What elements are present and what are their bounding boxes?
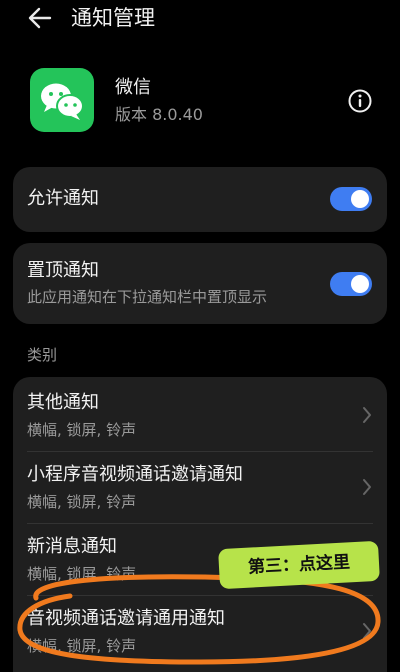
- toggle-knob: [351, 190, 369, 208]
- app-version: 版本 8.0.40: [115, 105, 203, 124]
- category-subtitle: 横幅, 锁屏, 铃声: [27, 421, 137, 439]
- wechat-icon: [30, 68, 94, 132]
- category-title: 小程序音视频通话邀请通知: [27, 464, 243, 485]
- pin-notifications-description: 此应用通知在下拉通知栏中置顶显示: [27, 288, 268, 306]
- header: 通知管理: [0, 0, 400, 36]
- categories-section-label: 类别: [27, 346, 58, 364]
- category-subtitle: 横幅, 锁屏, 铃声: [27, 493, 137, 511]
- categories-list: 其他通知 横幅, 锁屏, 铃声 小程序音视频通话邀请通知 横幅, 锁屏, 铃声 …: [13, 377, 387, 672]
- category-title: 音视频通话邀请通用通知: [27, 608, 225, 629]
- chevron-right-icon: [363, 623, 371, 639]
- app-info: 微信 版本 8.0.40: [0, 66, 400, 136]
- info-icon[interactable]: [347, 88, 373, 114]
- category-title: 新消息通知: [27, 536, 117, 557]
- allow-notifications-toggle[interactable]: [330, 187, 372, 211]
- category-subtitle: 横幅, 锁屏, 铃声: [27, 565, 137, 583]
- category-title: 其他通知: [27, 392, 99, 413]
- allow-notifications-row[interactable]: 允许通知: [13, 167, 387, 232]
- annotation-label: 第三：点这里: [218, 540, 380, 590]
- allow-notifications-label: 允许通知: [27, 188, 99, 209]
- toggle-knob: [351, 275, 369, 293]
- arrow-left-icon[interactable]: [26, 4, 54, 32]
- pin-notifications-row[interactable]: 置顶通知 此应用通知在下拉通知栏中置顶显示: [13, 243, 387, 324]
- category-av-call-general[interactable]: 音视频通话邀请通用通知 横幅, 锁屏, 铃声: [13, 595, 387, 667]
- app-name: 微信: [115, 77, 151, 98]
- pin-notifications-toggle[interactable]: [330, 272, 372, 296]
- chevron-right-icon: [363, 407, 371, 423]
- category-subtitle: 横幅, 锁屏, 铃声: [27, 637, 137, 655]
- category-other[interactable]: 其他通知 横幅, 锁屏, 铃声: [13, 379, 387, 451]
- pin-notifications-label: 置顶通知: [27, 260, 99, 281]
- page-title: 通知管理: [71, 6, 155, 30]
- chevron-right-icon: [363, 479, 371, 495]
- category-miniprogram-call[interactable]: 小程序音视频通话邀请通知 横幅, 锁屏, 铃声: [13, 451, 387, 523]
